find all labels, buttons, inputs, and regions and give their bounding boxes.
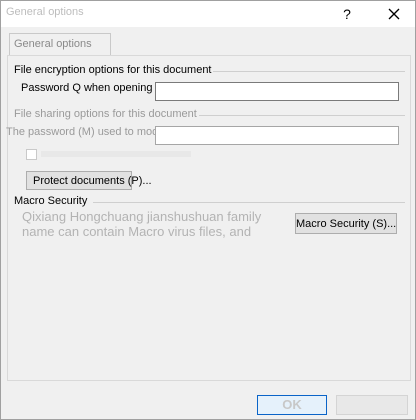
macro-description-line-2: name can contain Macro virus files, and xyxy=(22,224,252,239)
help-button[interactable]: ? xyxy=(335,3,359,25)
password-modify-input[interactable] xyxy=(155,126,399,145)
window-title: General options xyxy=(6,6,84,18)
faded-option-text xyxy=(41,151,191,157)
close-icon xyxy=(388,8,400,20)
close-button[interactable] xyxy=(379,3,409,25)
tab-strip: General options xyxy=(7,31,411,55)
sharing-section-title: File sharing options for this document xyxy=(14,108,197,120)
read-only-checkbox[interactable] xyxy=(26,149,37,160)
cancel-button[interactable] xyxy=(336,395,408,415)
encryption-divider xyxy=(213,71,405,72)
macro-divider xyxy=(93,202,405,203)
macro-description-line-1: Qixiang Hongchuang jianshushuan family xyxy=(22,209,262,224)
sharing-divider xyxy=(199,115,405,116)
ok-button[interactable]: OK xyxy=(257,395,327,415)
protect-documents-button[interactable]: Protect documents (P)... xyxy=(26,171,152,190)
encryption-section-title: File encryption options for this documen… xyxy=(14,64,212,76)
title-bar: General options ? xyxy=(1,1,415,27)
tab-general-options[interactable]: General options xyxy=(9,33,111,55)
macro-section-title: Macro Security xyxy=(14,195,88,207)
password-open-input[interactable] xyxy=(155,82,399,101)
general-options-dialog: General options ? General options File e… xyxy=(0,0,416,420)
macro-description: Qixiang Hongchuang jianshushuan family n… xyxy=(22,209,292,239)
macro-security-button[interactable]: Macro Security (S)... xyxy=(295,213,397,234)
